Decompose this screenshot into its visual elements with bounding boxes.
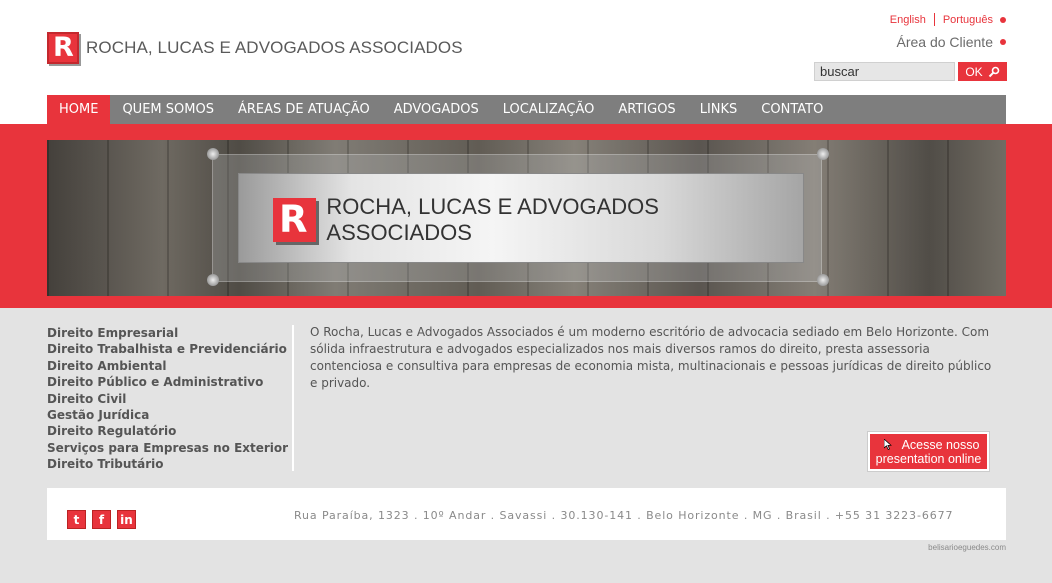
- practice-area-link[interactable]: Direito Civil: [47, 391, 288, 407]
- lang-portugues-link[interactable]: Português: [943, 14, 993, 26]
- linkedin-icon[interactable]: in: [117, 510, 136, 529]
- practice-area-link[interactable]: Direito Tributário: [47, 456, 288, 472]
- practice-area-link[interactable]: Direito Ambiental: [47, 358, 288, 374]
- lang-divider: [933, 13, 935, 26]
- social-links: t f in: [67, 510, 136, 529]
- column-divider: [292, 325, 294, 471]
- search-button-label: OK: [965, 64, 983, 79]
- pin-icon: [207, 274, 219, 286]
- search-form: OK: [814, 62, 1007, 81]
- pin-icon: [817, 148, 829, 160]
- twitter-icon[interactable]: t: [67, 510, 86, 529]
- developer-credit-link[interactable]: belisarioeguedes.com: [928, 543, 1006, 552]
- language-switcher: English Português: [890, 13, 1006, 26]
- main-nav: HOME QUEM SOMOS ÁREAS DE ATUAÇÃO ADVOGAD…: [47, 95, 1006, 124]
- presentation-button[interactable]: Acesse nosso presentation online: [868, 432, 989, 471]
- practice-areas-list: Direito Empresarial Direito Trabalhista …: [47, 325, 288, 473]
- nav-localizacao[interactable]: LOCALIZAÇÃO: [491, 95, 607, 124]
- search-icon: [988, 66, 999, 77]
- footer-address: Rua Paraíba, 1323 . 10º Andar . Savassi …: [294, 509, 954, 522]
- site-name: ROCHA, LUCAS E ADVOGADOS ASSOCIADOS: [86, 38, 463, 57]
- presentation-button-line2: presentation online: [875, 452, 982, 466]
- site-logo[interactable]: R ROCHA, LUCAS E ADVOGADOS ASSOCIADOS: [47, 32, 463, 64]
- logo-icon: R: [47, 32, 79, 64]
- practice-area-link[interactable]: Direito Trabalhista e Previdenciário: [47, 341, 288, 357]
- lang-english-link[interactable]: English: [890, 14, 926, 26]
- nav-contato[interactable]: CONTATO: [749, 95, 835, 124]
- search-button[interactable]: OK: [958, 62, 1007, 81]
- pin-icon: [207, 148, 219, 160]
- nav-advogados[interactable]: ADVOGADOS: [382, 95, 491, 124]
- bullet-icon: [1000, 39, 1006, 45]
- about-text: O Rocha, Lucas e Advogados Associados é …: [310, 325, 992, 390]
- practice-area-link[interactable]: Direito Regulatório: [47, 423, 288, 439]
- hero-banner: R ROCHA, LUCAS E ADVOGADOS ASSOCIADOS: [47, 140, 1006, 296]
- nav-artigos[interactable]: ARTIGOS: [606, 95, 687, 124]
- nav-areas-de-atuacao[interactable]: ÁREAS DE ATUAÇÃO: [226, 95, 382, 124]
- name-plate: R ROCHA, LUCAS E ADVOGADOS ASSOCIADOS: [238, 173, 804, 263]
- plate-name: ROCHA, LUCAS E ADVOGADOS ASSOCIADOS: [326, 194, 659, 245]
- plate-logo-icon: R: [273, 198, 317, 242]
- pin-icon: [817, 274, 829, 286]
- search-input[interactable]: [814, 62, 955, 81]
- header: R ROCHA, LUCAS E ADVOGADOS ASSOCIADOS En…: [0, 0, 1052, 124]
- footer: t f in Rua Paraíba, 1323 . 10º Andar . S…: [47, 488, 1006, 540]
- cursor-icon: [884, 439, 892, 450]
- practice-area-link[interactable]: Direito Público e Administrativo: [47, 374, 288, 390]
- nav-home[interactable]: HOME: [47, 95, 111, 124]
- nav-links[interactable]: LINKS: [688, 95, 750, 124]
- practice-area-link[interactable]: Direito Empresarial: [47, 325, 288, 341]
- practice-area-link[interactable]: Gestão Jurídica: [47, 407, 288, 423]
- facebook-icon[interactable]: f: [92, 510, 111, 529]
- client-area-label: Área do Cliente: [896, 34, 993, 50]
- client-area-link[interactable]: Área do Cliente: [896, 34, 1006, 50]
- practice-area-link[interactable]: Serviços para Empresas no Exterior: [47, 440, 288, 456]
- bullet-icon: [1000, 16, 1006, 23]
- nav-quem-somos[interactable]: QUEM SOMOS: [110, 95, 226, 124]
